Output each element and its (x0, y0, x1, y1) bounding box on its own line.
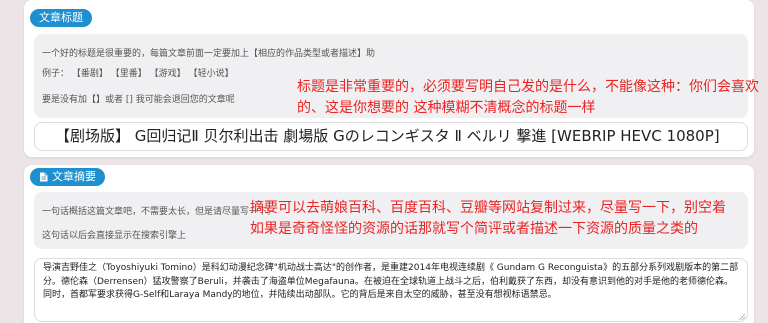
title-input[interactable]: 【剧场版】 G回归记Ⅱ 贝尔利出击 劇場版 Gのレコンギスタ Ⅱ ベルリ 撃進 … (34, 122, 748, 151)
summary-section-label-text: 文章摘要 (52, 170, 96, 183)
summary-annotation-line-1: 摘要可以去萌娘百科、百度百科、豆瓣等网站复制过来，尽量写一下，别空着 (250, 200, 726, 216)
title-section-label: 文章标题 (30, 9, 92, 27)
document-icon (39, 172, 48, 182)
summary-annotation-line-2: 如果是奇奇怪怪的资源的话那就写个简评或者描述一下资源的质量之类的 (250, 221, 698, 237)
summary-card: 文章摘要 一句话概括这篇文章吧，不需要太长，但是请尽量写一下。 这句话以后会直接… (24, 165, 754, 323)
title-hint-line-2: 要是没有加【】或者 [] 我可能会退回您的文章呢 (42, 95, 235, 105)
title-annotation-line-1: 标题是非常重要的，必须要写明自己发的是什么，不能像这种：你们会喜欢 (297, 79, 759, 95)
title-example-line: 例子： 【番剧】 【里番】 【游戏】 【轻小说】 (42, 66, 234, 79)
example-tag: 【游戏】 (149, 69, 186, 79)
title-card: 文章标题 一个好的标题是很重要的，每篇文章前面一定要加上【相应的作品类型或者描述… (24, 0, 759, 157)
summary-hint-line-1: 一句话概括这篇文章吧，不需要太长，但是请尽量写一下。 (42, 207, 277, 217)
summary-section-label: 文章摘要 (30, 168, 105, 186)
title-hint-box: 一个好的标题是很重要的，每篇文章前面一定要加上【相应的作品类型或者描述】助 例子… (34, 34, 759, 118)
summary-textarea[interactable]: 导演吉野佳之（Toyoshiyuki Tomino）是科幻动漫纪念碑"机动战士高… (34, 258, 748, 322)
summary-hint-line-2: 这句话以后会直接显示在搜索引擎上 (42, 231, 187, 241)
summary-text-line: 导演吉野佳之（Toyoshiyuki Tomino）是科幻动漫纪念碑"机动战士高… (43, 263, 739, 273)
title-section-label-text: 文章标题 (39, 11, 83, 24)
summary-text-line: 同时，首都军要求获得G-Self和Laraya Mandy的地位，并陆续出动部队… (43, 290, 557, 300)
title-hint-suffix: 助 (366, 49, 376, 59)
title-annotation-line-2: 的、这是你想要的 这种模糊不清概念的标题一样 (297, 100, 596, 116)
title-hint-line-1: 一个好的标题是很重要的，每篇文章前面一定要加上【相应的作品类型或者描述】助 (42, 46, 375, 59)
resize-grip-icon[interactable] (738, 312, 746, 321)
summary-hint-box: 一句话概括这篇文章吧，不需要太长，但是请尽量写一下。 这句话以后会直接显示在搜索… (34, 192, 748, 249)
title-hint-text-1: 一个好的标题是很重要的，每篇文章前面一定要加上【相应的作品类型或者描述】 (42, 49, 367, 59)
example-label: 例子： (42, 69, 70, 79)
summary-text-line: 分。德伦森（Derrensen）猛攻警察了Beruli，并袭击了海盗单位Mega… (43, 276, 733, 287)
example-tag: 【番剧】 (71, 69, 108, 79)
example-tag: 【里番】 (110, 69, 147, 79)
example-tag: 【轻小说】 (188, 69, 234, 79)
